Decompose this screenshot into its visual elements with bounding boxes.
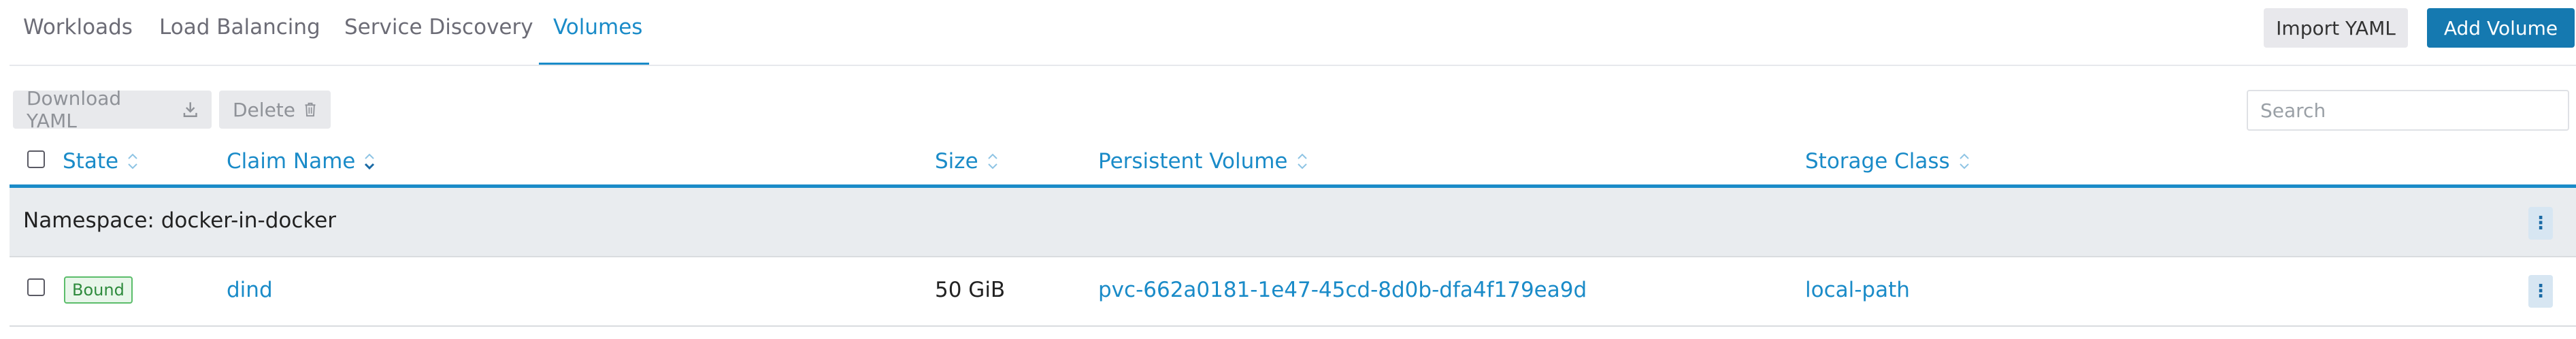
storage-class-link[interactable]: local-path	[1805, 278, 1910, 302]
download-icon	[183, 102, 197, 117]
namespace-group-row: Namespace: docker-in-docker	[10, 188, 2576, 256]
column-header-size[interactable]: Size	[935, 149, 999, 174]
tab-load-balancing[interactable]: Load Balancing	[159, 15, 320, 39]
sort-icon	[1297, 153, 1307, 170]
column-header-claim-name[interactable]: Claim Name	[227, 149, 376, 174]
sort-icon	[1959, 153, 1969, 170]
trash-icon	[305, 102, 316, 117]
row-checkbox[interactable]	[27, 278, 45, 296]
tab-volumes[interactable]: Volumes	[553, 15, 642, 39]
kebab-icon: ⋮	[2532, 213, 2549, 233]
row-divider	[10, 325, 2576, 327]
sort-icon	[128, 153, 137, 170]
select-all-checkbox[interactable]	[27, 150, 45, 168]
sort-descending-icon	[365, 153, 375, 170]
tab-workloads[interactable]: Workloads	[23, 15, 133, 39]
column-header-claim-name-label: Claim Name	[227, 149, 356, 174]
size-cell: 50 GiB	[935, 278, 1006, 302]
download-yaml-label: Download YAML	[27, 87, 122, 132]
tab-divider	[10, 65, 2576, 66]
search-input[interactable]	[2247, 90, 2569, 131]
group-divider	[10, 256, 2576, 257]
namespace-group-label: Namespace: docker-in-docker	[23, 208, 337, 233]
column-header-persistent-volume-label: Persistent Volume	[1098, 149, 1288, 174]
column-header-storage-class-label: Storage Class	[1805, 149, 1950, 174]
status-badge: Bound	[64, 276, 133, 304]
column-header-persistent-volume[interactable]: Persistent Volume	[1098, 149, 1308, 174]
column-header-state-label: State	[63, 149, 119, 174]
claim-name-link[interactable]: dind	[227, 278, 273, 302]
tab-service-discovery[interactable]: Service Discovery	[344, 15, 533, 39]
add-volume-button[interactable]: Add Volume	[2427, 8, 2575, 48]
persistent-volume-link[interactable]: pvc-662a0181-1e47-45cd-8d0b-dfa4f179ea9d	[1098, 278, 1587, 302]
column-header-storage-class[interactable]: Storage Class	[1805, 149, 1970, 174]
row-actions-menu-button[interactable]: ⋮	[2528, 275, 2553, 308]
download-yaml-button[interactable]: Download YAML	[13, 87, 212, 132]
import-yaml-button[interactable]: Import YAML	[2264, 8, 2408, 48]
group-actions-menu-button[interactable]: ⋮	[2528, 207, 2553, 240]
delete-button[interactable]: Delete	[219, 91, 331, 129]
delete-label: Delete	[233, 98, 295, 121]
sort-icon	[987, 153, 997, 170]
column-header-size-label: Size	[935, 149, 978, 174]
kebab-icon: ⋮	[2532, 281, 2549, 302]
column-header-state[interactable]: State	[63, 149, 139, 174]
